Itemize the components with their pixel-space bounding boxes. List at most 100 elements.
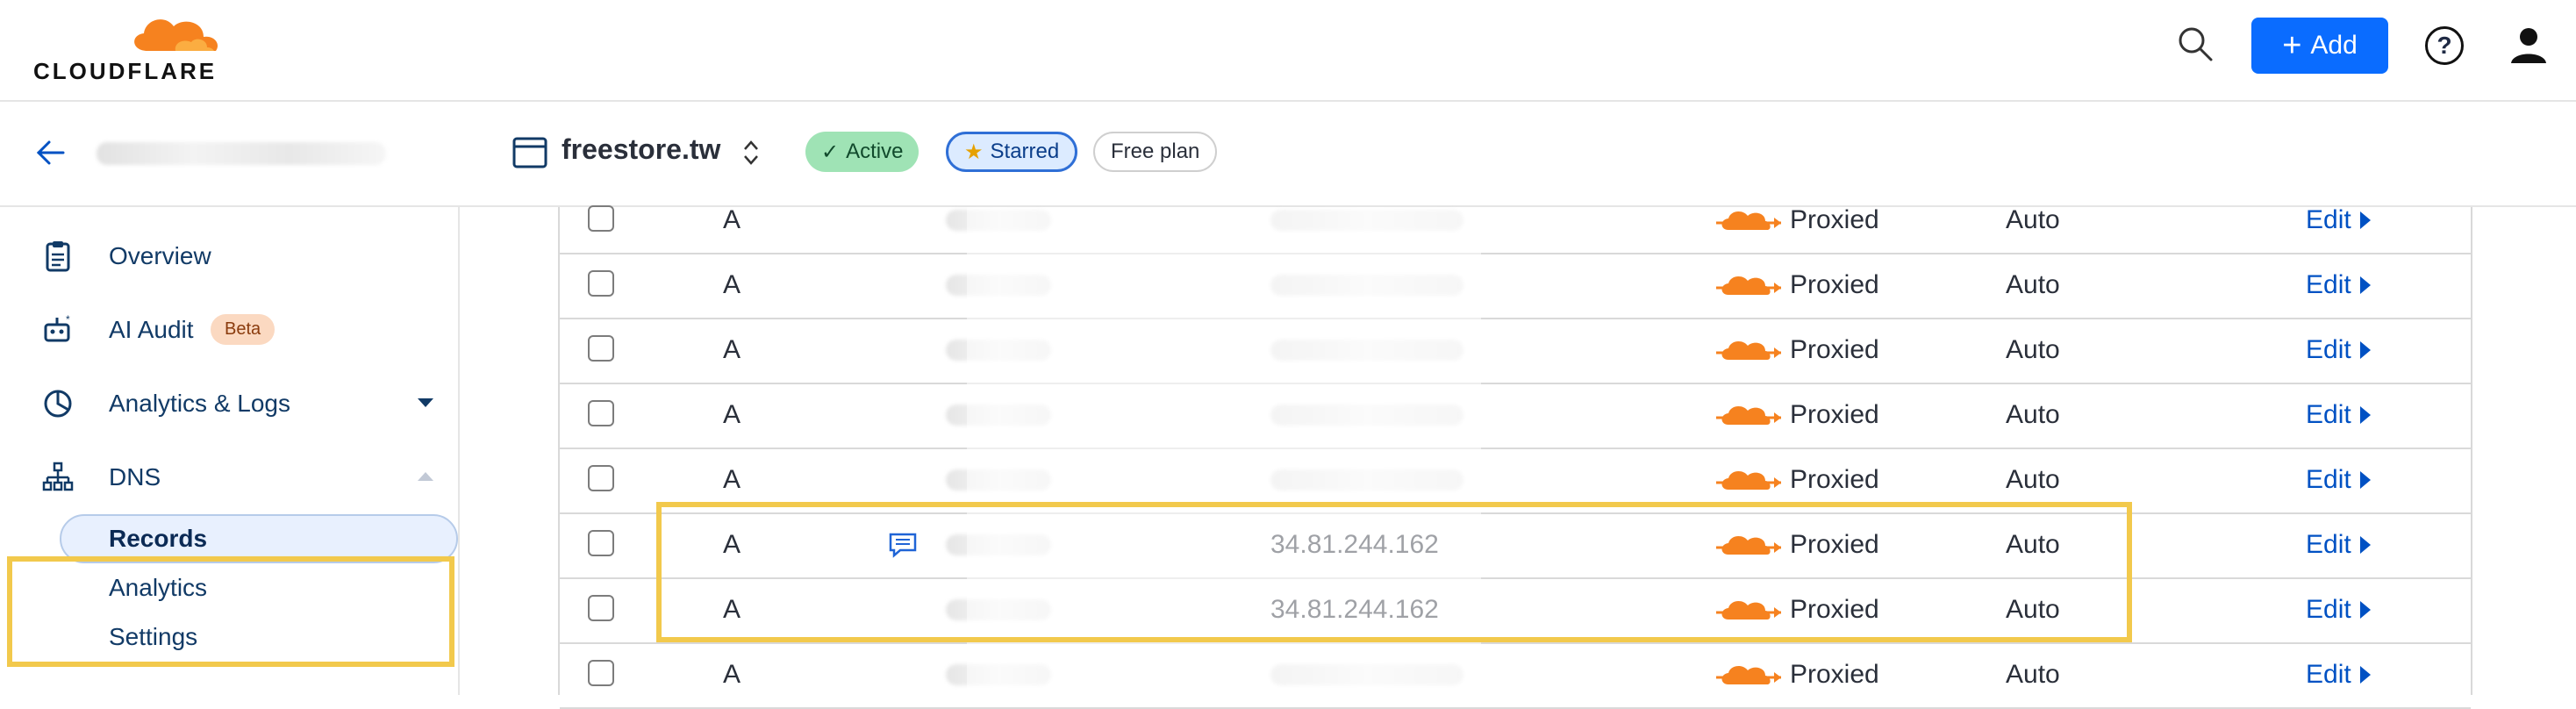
proxied-cloud-icon xyxy=(1716,405,1781,425)
record-name-blurred xyxy=(946,318,1051,383)
network-icon xyxy=(40,460,75,495)
caret-right-icon xyxy=(2359,666,2371,684)
record-type: A xyxy=(723,660,741,689)
starred-badge[interactable]: ★ Starred xyxy=(946,132,1078,172)
edit-text: Edit xyxy=(2306,205,2351,234)
add-button-label: Add xyxy=(2310,31,2358,60)
sidebar-item-dns[interactable]: DNS xyxy=(0,451,458,504)
clipboard-icon xyxy=(40,239,75,274)
record-ttl: Auto xyxy=(2006,205,2060,234)
row-checkbox[interactable] xyxy=(588,205,614,232)
robot-icon: * xyxy=(40,312,75,347)
top-bar: CLOUDFLARE + Add ? xyxy=(0,0,2576,102)
row-checkbox[interactable] xyxy=(588,465,614,491)
edit-text: Edit xyxy=(2306,400,2351,429)
svg-text:*: * xyxy=(66,314,70,326)
edit-text: Edit xyxy=(2306,530,2351,559)
record-type: A xyxy=(723,270,741,299)
plan-badge: Free plan xyxy=(1093,132,1218,172)
star-icon: ★ xyxy=(964,140,984,164)
record-type: A xyxy=(723,205,741,234)
proxy-text: Proxied xyxy=(1790,205,1879,234)
proxied-cloud-icon xyxy=(1716,470,1781,490)
edit-link[interactable]: Edit xyxy=(2306,577,2371,642)
proxy-status: Proxied xyxy=(1716,253,1879,318)
edit-link[interactable]: Edit xyxy=(2306,318,2371,383)
pie-chart-icon xyxy=(40,386,75,421)
zone-switcher-icon[interactable] xyxy=(742,137,760,168)
highlight-box-dns xyxy=(7,556,454,667)
help-icon[interactable]: ? xyxy=(2425,26,2464,65)
edit-link[interactable]: Edit xyxy=(2306,253,2371,318)
zone-name[interactable]: freestore.tw xyxy=(562,133,720,166)
record-content xyxy=(1270,188,1463,253)
record-ttl: Auto xyxy=(2006,660,2060,689)
proxy-text: Proxied xyxy=(1790,400,1879,429)
proxy-status: Proxied xyxy=(1716,642,1879,707)
checkmark-icon: ✓ xyxy=(821,140,840,164)
chevron-up-icon[interactable] xyxy=(418,472,433,481)
edit-link[interactable]: Edit xyxy=(2306,448,2371,512)
caret-right-icon xyxy=(2359,536,2371,554)
back-arrow-icon[interactable] xyxy=(33,135,68,170)
sidebar-subitem-records[interactable]: Records xyxy=(109,525,207,553)
chevron-down-icon[interactable] xyxy=(418,398,433,407)
record-name-blurred xyxy=(946,642,1051,707)
edit-link[interactable]: Edit xyxy=(2306,642,2371,707)
sidebar-item-label: AI Audit xyxy=(109,316,194,343)
row-checkbox[interactable] xyxy=(588,595,614,621)
status-badge-active: ✓ Active xyxy=(805,132,919,172)
caret-right-icon xyxy=(2359,341,2371,359)
row-checkbox[interactable] xyxy=(588,530,614,556)
sidebar-item-label: Analytics & Logs xyxy=(109,390,290,417)
edit-link[interactable]: Edit xyxy=(2306,188,2371,253)
proxied-cloud-icon xyxy=(1716,276,1781,295)
account-back-row[interactable] xyxy=(0,102,458,207)
proxied-cloud-icon xyxy=(1716,665,1781,684)
row-checkbox[interactable] xyxy=(588,270,614,297)
browser-window-icon xyxy=(512,137,547,168)
sidebar: Overview * AI Audit Beta Analytics & Log… xyxy=(0,102,460,695)
sidebar-item-analytics-logs[interactable]: Analytics & Logs xyxy=(0,377,458,430)
record-name-blurred xyxy=(946,383,1051,448)
sidebar-item-overview[interactable]: Overview xyxy=(0,230,458,283)
record-content xyxy=(1270,253,1463,318)
search-icon[interactable] xyxy=(2174,23,2216,65)
record-name-blurred xyxy=(946,188,1051,253)
table-row: A Proxied Auto Edit xyxy=(560,642,2471,709)
caret-right-icon xyxy=(2359,276,2371,294)
record-content xyxy=(1270,642,1463,707)
edit-link[interactable]: Edit xyxy=(2306,512,2371,577)
status-text: Active xyxy=(846,140,904,163)
user-icon[interactable] xyxy=(2508,23,2550,65)
proxy-status: Proxied xyxy=(1716,188,1879,253)
row-checkbox[interactable] xyxy=(588,660,614,686)
add-button[interactable]: + Add xyxy=(2251,18,2388,74)
record-type: A xyxy=(723,400,741,429)
sidebar-item-label: DNS xyxy=(109,463,161,491)
record-ttl: Auto xyxy=(2006,335,2060,364)
record-content xyxy=(1270,318,1463,383)
table-row: A Proxied Auto Edit xyxy=(560,188,2471,254)
edit-text: Edit xyxy=(2306,595,2351,624)
caret-right-icon xyxy=(2359,211,2371,229)
proxied-cloud-icon xyxy=(1716,340,1781,360)
record-ttl: Auto xyxy=(2006,270,2060,299)
row-checkbox[interactable] xyxy=(588,335,614,362)
highlight-box-rows xyxy=(656,502,2132,642)
cloudflare-logo[interactable]: CLOUDFLARE xyxy=(33,9,244,84)
edit-link[interactable]: Edit xyxy=(2306,383,2371,448)
edit-text: Edit xyxy=(2306,270,2351,299)
caret-right-icon xyxy=(2359,406,2371,424)
edit-text: Edit xyxy=(2306,335,2351,364)
cloud-logo-icon xyxy=(134,19,218,51)
sidebar-item-label: Overview xyxy=(109,242,211,269)
beta-badge: Beta xyxy=(211,314,275,345)
caret-right-icon xyxy=(2359,601,2371,619)
row-checkbox[interactable] xyxy=(588,400,614,426)
proxy-text: Proxied xyxy=(1790,660,1879,689)
edit-text: Edit xyxy=(2306,465,2351,494)
account-name-blurred xyxy=(97,142,386,165)
sidebar-item-ai-audit[interactable]: * AI Audit Beta xyxy=(0,304,458,356)
record-name-blurred xyxy=(946,253,1051,318)
